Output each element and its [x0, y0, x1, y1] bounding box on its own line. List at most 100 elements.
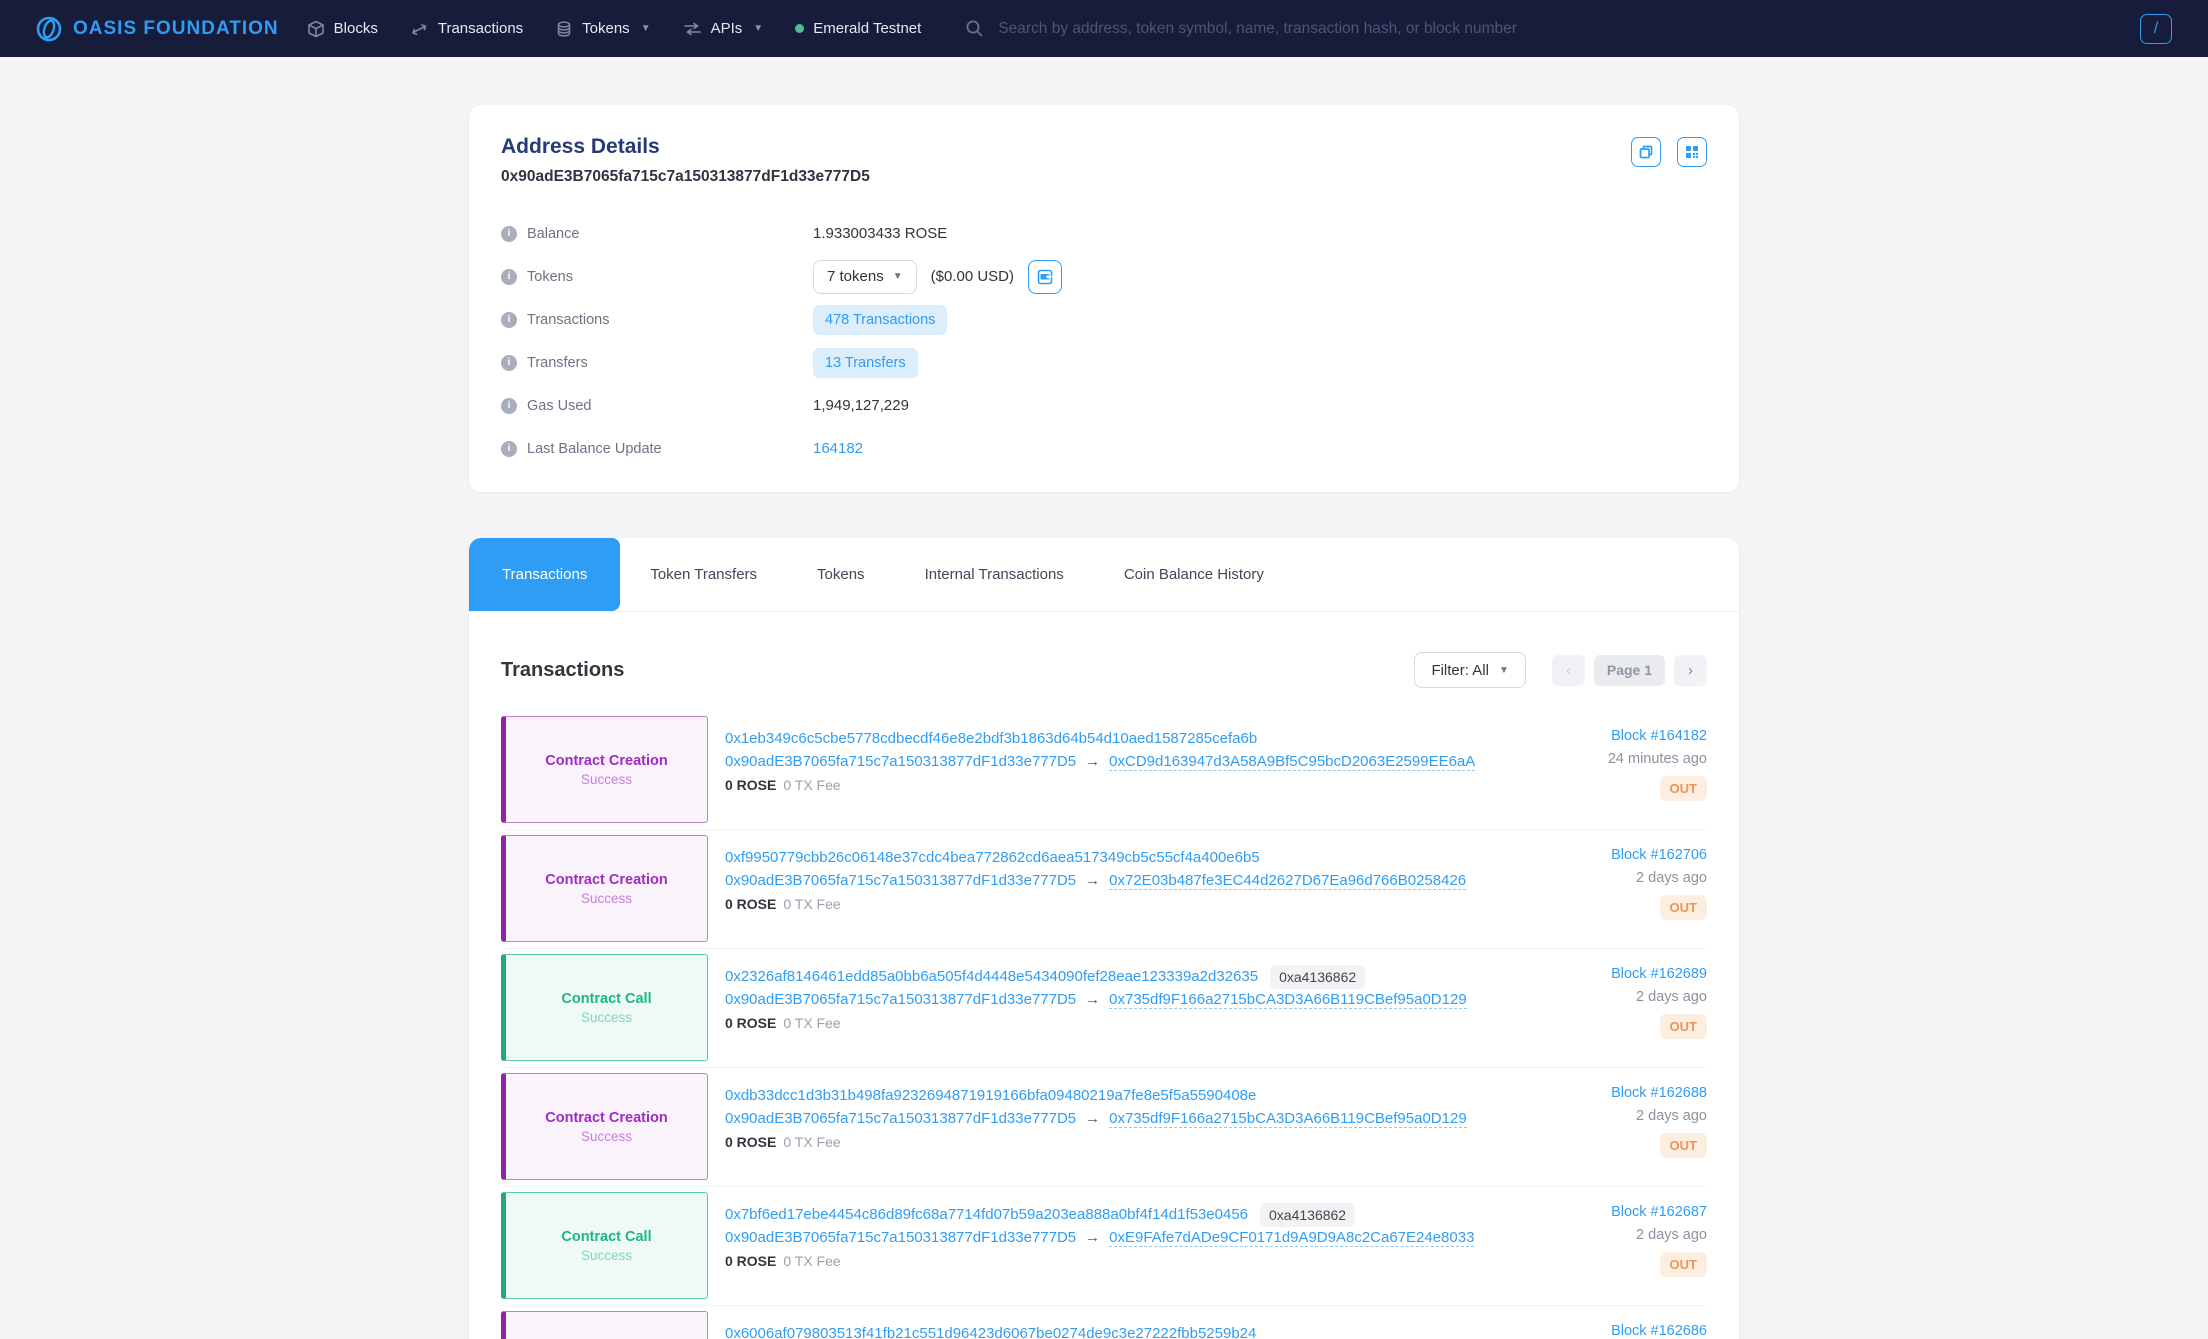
tx-meta: Block #162689 2 days ago OUT — [1547, 954, 1707, 1061]
tab-token-transfers[interactable]: Token Transfers — [620, 538, 787, 611]
nav-label: Tokens — [582, 20, 630, 37]
tx-hash-link[interactable]: 0x2326af8146461edd85a0bb6a505f4d4448e543… — [725, 968, 1258, 985]
tab-bar: Transactions Token Transfers Tokens Inte… — [469, 538, 1739, 612]
info-icon[interactable]: i — [501, 441, 517, 457]
transaction-row: Contract Creation Success 0xf9950779cbb2… — [501, 829, 1707, 948]
copy-icon — [1638, 144, 1654, 160]
tx-to-link[interactable]: 0x735df9F166a2715bCA3D3A66B119CBef95a0D1… — [1109, 991, 1467, 1009]
qr-code-button[interactable] — [1677, 137, 1707, 167]
wallet-button[interactable] — [1028, 260, 1062, 294]
tx-direction-badge: OUT — [1660, 895, 1707, 920]
tokens-usd-value: ($0.00 USD) — [931, 268, 1014, 285]
tx-hash-link[interactable]: 0xf9950779cbb26c06148e37cdc4bea772862cd6… — [725, 849, 1260, 866]
tx-hash-link[interactable]: 0x7bf6ed17ebe4454c86d89fc68a7714fd07b59a… — [725, 1206, 1248, 1223]
slash-shortcut-key: / — [2140, 14, 2172, 44]
tab-transactions[interactable]: Transactions — [469, 538, 620, 611]
transfers-count-badge[interactable]: 13 Transfers — [813, 348, 918, 378]
tx-meta: Block #162686 2 days ago OUT — [1547, 1311, 1707, 1339]
copy-address-button[interactable] — [1631, 137, 1661, 167]
tx-type-label: Contract Creation — [545, 1110, 667, 1126]
detail-row-tokens: i Tokens 7 tokens ▼ ($0.00 USD) — [501, 255, 1707, 298]
tx-to-link[interactable]: 0x72E03b487fe3EC44d2627D67Ea96d766B02584… — [1109, 872, 1466, 890]
transactions-list: Contract Creation Success 0x1eb349c6c5cb… — [501, 711, 1707, 1339]
prev-page-button[interactable]: ‹ — [1552, 655, 1585, 686]
info-icon[interactable]: i — [501, 226, 517, 242]
tx-status-badge: Contract Call Success — [501, 1192, 708, 1299]
info-icon[interactable]: i — [501, 398, 517, 414]
tx-details: 0x7bf6ed17ebe4454c86d89fc68a7714fd07b59a… — [725, 1192, 1530, 1299]
tx-block-link[interactable]: Block #162688 — [1611, 1085, 1707, 1108]
detail-label: Transfers — [527, 355, 588, 371]
tx-block-link[interactable]: Block #162706 — [1611, 847, 1707, 870]
page-title: Address Details — [501, 135, 1707, 159]
transaction-row: Contract Call Success 0x2326af8146461edd… — [501, 948, 1707, 1067]
filter-dropdown[interactable]: Filter: All ▼ — [1414, 652, 1525, 688]
tx-fee: 0 TX Fee — [783, 1015, 840, 1031]
tx-from-link[interactable]: 0x90adE3B7065fa715c7a150313877dF1d33e777… — [725, 753, 1076, 770]
info-icon[interactable]: i — [501, 269, 517, 285]
tab-tokens[interactable]: Tokens — [787, 538, 895, 611]
tx-direction-badge: OUT — [1660, 1252, 1707, 1277]
tx-from-link[interactable]: 0x90adE3B7065fa715c7a150313877dF1d33e777… — [725, 991, 1076, 1008]
search-input[interactable] — [998, 20, 2126, 38]
oasis-logo-icon — [36, 16, 62, 42]
top-navbar: OASIS FOUNDATION Blocks Transactions — [0, 0, 2208, 57]
tx-timestamp: 2 days ago — [1547, 1108, 1707, 1131]
address-details-card: Address Details 0x90adE3B7065fa715c7a150… — [469, 105, 1739, 492]
tx-meta: Block #162688 2 days ago OUT — [1547, 1073, 1707, 1180]
info-icon[interactable]: i — [501, 355, 517, 371]
page-indicator: Page 1 — [1594, 655, 1665, 686]
tx-block-link[interactable]: Block #162686 — [1611, 1323, 1707, 1339]
tx-to-link[interactable]: 0x735df9F166a2715bCA3D3A66B119CBef95a0D1… — [1109, 1110, 1467, 1128]
tx-value: 0 ROSE — [725, 1015, 776, 1031]
transactions-count-badge[interactable]: 478 Transactions — [813, 305, 947, 335]
chevron-down-icon: ▼ — [753, 23, 763, 34]
green-dot-icon — [795, 24, 804, 33]
tab-coin-balance-history[interactable]: Coin Balance History — [1094, 538, 1294, 611]
tx-block-link[interactable]: Block #162687 — [1611, 1204, 1707, 1227]
tx-to-link[interactable]: 0xE9FAfe7dADe9CF0171d9A9D9A8c2Ca67E24e80… — [1109, 1229, 1474, 1247]
tx-status-label: Success — [581, 1010, 632, 1025]
nav-label: Blocks — [334, 20, 378, 37]
last-balance-update-link[interactable]: 164182 — [813, 440, 863, 457]
nav-item-network[interactable]: Emerald Testnet — [795, 20, 921, 37]
tx-fee: 0 TX Fee — [783, 1134, 840, 1150]
detail-label: Transactions — [527, 312, 609, 328]
arrow-right-icon: → — [1085, 1229, 1100, 1246]
address-hash: 0x90adE3B7065fa715c7a150313877dF1d33e777… — [501, 168, 1707, 186]
tx-from-link[interactable]: 0x90adE3B7065fa715c7a150313877dF1d33e777… — [725, 1229, 1076, 1246]
nav-item-transactions[interactable]: Transactions — [410, 20, 523, 38]
tx-value: 0 ROSE — [725, 1253, 776, 1269]
nav-item-tokens[interactable]: Tokens ▼ — [555, 20, 650, 38]
detail-row-transfers: i Transfers 13 Transfers — [501, 341, 1707, 384]
detail-row-last-balance-update: i Last Balance Update 164182 — [501, 427, 1707, 470]
brand-logo-link[interactable]: OASIS FOUNDATION — [36, 16, 279, 42]
tx-value: 0 ROSE — [725, 1134, 776, 1150]
tx-hash-link[interactable]: 0x1eb349c6c5cbe5778cdbecdf46e8e2bdf3b186… — [725, 730, 1257, 747]
filter-label: Filter: All — [1431, 662, 1489, 679]
tx-details: 0x6006af079803513f41fb21c551d96423d6067b… — [725, 1311, 1530, 1339]
tx-details: 0x1eb349c6c5cbe5778cdbecdf46e8e2bdf3b186… — [725, 716, 1530, 823]
transaction-row: Contract Creation Success 0x1eb349c6c5cb… — [501, 711, 1707, 829]
detail-row-transactions: i Transactions 478 Transactions — [501, 298, 1707, 341]
tx-hash-link[interactable]: 0xdb33dcc1d3b31b498fa9232694871919166bfa… — [725, 1087, 1256, 1104]
tx-from-link[interactable]: 0x90adE3B7065fa715c7a150313877dF1d33e777… — [725, 872, 1076, 889]
tx-type-label: Contract Creation — [545, 872, 667, 888]
next-page-button[interactable]: › — [1674, 655, 1707, 686]
transactions-section: Transactions Filter: All ▼ ‹ Page 1 › Co… — [469, 612, 1739, 1339]
tx-block-link[interactable]: Block #164182 — [1611, 728, 1707, 751]
tx-hash-link[interactable]: 0x6006af079803513f41fb21c551d96423d6067b… — [725, 1325, 1256, 1339]
address-detail-rows: i Balance 1.933003433 ROSE i Tokens 7 to… — [501, 212, 1707, 470]
tab-internal-transactions[interactable]: Internal Transactions — [895, 538, 1094, 611]
balance-value: 1.933003433 ROSE — [813, 225, 1707, 242]
info-icon[interactable]: i — [501, 312, 517, 328]
nav-label: Emerald Testnet — [813, 20, 921, 37]
tx-to-link[interactable]: 0xCD9d163947d3A58A9Bf5C95bcD2063E2599EE6… — [1109, 753, 1475, 771]
tx-from-link[interactable]: 0x90adE3B7065fa715c7a150313877dF1d33e777… — [725, 1110, 1076, 1127]
tokens-dropdown[interactable]: 7 tokens ▼ — [813, 260, 917, 294]
detail-label: Tokens — [527, 269, 573, 285]
nav-item-blocks[interactable]: Blocks — [307, 20, 378, 38]
tx-block-link[interactable]: Block #162689 — [1611, 966, 1707, 989]
nav-item-apis[interactable]: APIs ▼ — [683, 20, 764, 38]
detail-label: Balance — [527, 226, 579, 242]
